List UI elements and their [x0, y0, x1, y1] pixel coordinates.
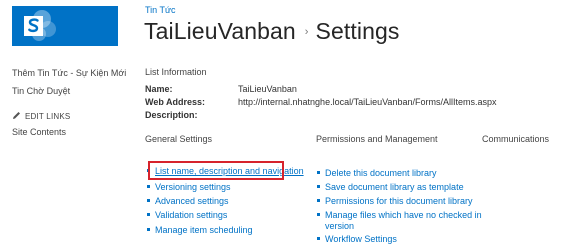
breadcrumb-site-link[interactable]: Tin Tức — [145, 5, 176, 15]
link-label: Permissions for this document library — [325, 196, 473, 206]
communications-heading: Communications — [482, 134, 550, 144]
page-name: Settings — [315, 18, 400, 44]
link-manage-item-scheduling[interactable]: Manage item scheduling — [147, 225, 253, 235]
general-settings-heading: General Settings — [145, 134, 213, 144]
info-label: Name: — [145, 84, 173, 94]
link-library-permissions[interactable]: Permissions for this document library — [317, 196, 473, 206]
bullet-icon — [147, 213, 150, 216]
link-advanced-settings[interactable]: Advanced settings — [147, 196, 229, 206]
permissions-heading: Permissions and Management — [316, 134, 438, 144]
link-validation-settings[interactable]: Validation settings — [147, 210, 227, 220]
list-information-heading: List Information — [145, 67, 207, 77]
nav-item-site-contents[interactable]: Site Contents — [12, 127, 66, 137]
nav-item-add-news[interactable]: Thêm Tin Tức - Sự Kiện Mới — [12, 68, 126, 78]
info-row-description: Description: — [145, 110, 238, 120]
page-title: TaiLieuVanban › Settings — [144, 18, 399, 45]
bullet-icon — [147, 228, 150, 231]
pencil-icon — [12, 111, 21, 122]
link-label: Manage item scheduling — [155, 225, 253, 235]
info-row-name: Name: TaiLieuVanban — [145, 84, 297, 94]
link-manage-unchecked-files[interactable]: Manage files which have no checked in — [317, 210, 482, 220]
link-versioning-settings[interactable]: Versioning settings — [147, 182, 231, 192]
bullet-icon — [317, 199, 320, 202]
highlight-box — [148, 161, 284, 180]
bullet-icon — [147, 185, 150, 188]
breadcrumb-separator-icon: › — [304, 26, 309, 38]
link-save-as-template[interactable]: Save document library as template — [317, 182, 464, 192]
nav-item-pending-news[interactable]: Tin Chờ Duyệt — [12, 86, 70, 96]
bullet-icon — [317, 171, 320, 174]
link-delete-library[interactable]: Delete this document library — [317, 168, 437, 178]
info-value: http://internal.nhatnghe.local/TaiLieuVa… — [238, 97, 497, 107]
link-label: Advanced settings — [155, 196, 229, 206]
link-label: Manage files which have no checked in — [325, 210, 482, 220]
bullet-icon — [317, 213, 320, 216]
library-name-link[interactable]: TaiLieuVanban — [144, 18, 296, 44]
link-label: Delete this document library — [325, 168, 437, 178]
link-label: Versioning settings — [155, 182, 231, 192]
sharepoint-logo[interactable] — [12, 6, 118, 46]
link-workflow-settings[interactable]: Workflow Settings — [317, 234, 397, 244]
link-label: Validation settings — [155, 210, 228, 220]
edit-links-button[interactable]: EDIT LINKS — [12, 111, 70, 122]
link-manage-unchecked-files-cont[interactable]: version — [325, 221, 354, 231]
link-label: Workflow Settings — [325, 234, 397, 244]
info-row-web-address: Web Address: http://internal.nhatnghe.loc… — [145, 97, 496, 107]
info-label: Web Address: — [145, 97, 206, 107]
info-value: TaiLieuVanban — [238, 84, 297, 94]
bullet-icon — [147, 199, 150, 202]
bullet-icon — [317, 185, 320, 188]
info-label: Description: — [145, 110, 198, 120]
link-label: Save document library as template — [325, 182, 464, 192]
edit-links-label: EDIT LINKS — [25, 112, 71, 121]
